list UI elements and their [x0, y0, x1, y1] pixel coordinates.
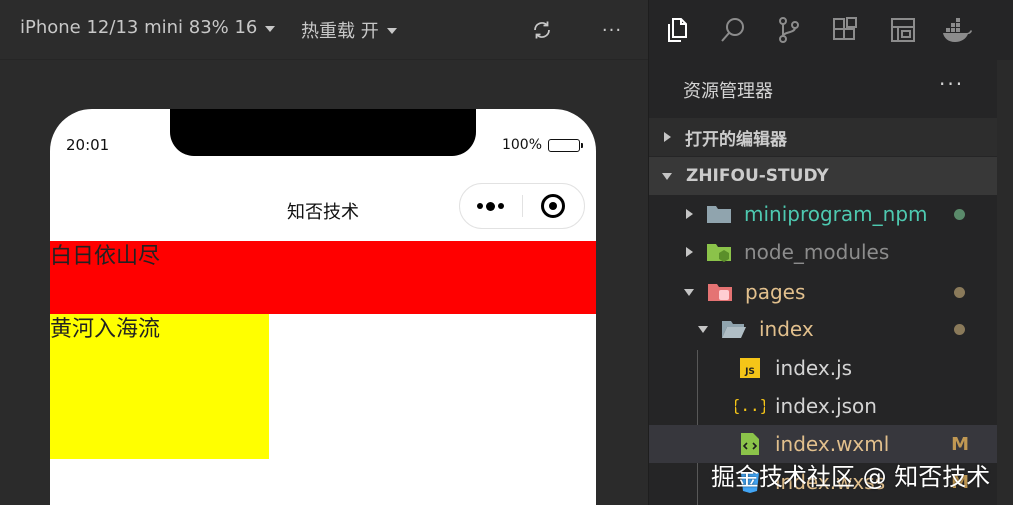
- tree-item-index-js[interactable]: JS index.js: [649, 349, 997, 387]
- status-dot: [954, 286, 965, 298]
- device-selector[interactable]: iPhone 12/13 mini 83% 16: [20, 17, 276, 38]
- chevron-down-icon: [662, 172, 672, 180]
- chevron-right-icon: [686, 247, 693, 257]
- red-box-text: 白日依山尽: [50, 244, 161, 269]
- explorer-more-button[interactable]: ···: [939, 72, 964, 96]
- tree-item-index-json[interactable]: {..} index.json: [649, 387, 997, 425]
- capsule-close-button[interactable]: [522, 194, 584, 218]
- simulator-toolbar: iPhone 12/13 mini 83% 16 热重载 开 ···: [0, 0, 648, 60]
- watermark: 掘金技术社区 @ 知否技术: [711, 463, 991, 491]
- battery-icon: [548, 138, 583, 152]
- device-label: iPhone 12/13 mini 83% 16: [20, 17, 258, 38]
- files-icon[interactable]: [661, 14, 693, 46]
- svg-text:{..}: {..}: [735, 396, 765, 415]
- chevron-right-icon: [664, 132, 671, 142]
- hot-reload-label: 热重载 开: [301, 21, 379, 42]
- search-icon[interactable]: [717, 14, 749, 46]
- chevron-right-icon: [686, 209, 693, 219]
- javascript-file-icon: JS: [740, 358, 760, 378]
- node-folder-icon: [707, 244, 731, 262]
- svg-text:JS: JS: [744, 367, 755, 377]
- phone-screen: 20:01 100% 知否技术 白日依山尽 黄河入海流: [50, 109, 596, 505]
- status-dot: [954, 208, 965, 220]
- tree-label: index: [759, 317, 814, 341]
- battery-percent: 100%: [501, 137, 542, 153]
- modified-badge: M: [951, 433, 969, 455]
- activity-bar: [649, 0, 1013, 60]
- tree-label: miniprogram_npm: [744, 202, 928, 226]
- yellow-box-text: 黄河入海流: [50, 317, 161, 342]
- explorer-title: 资源管理器: [683, 81, 773, 102]
- tree-label: index.wxml: [775, 432, 890, 456]
- tree-item-index-folder[interactable]: index: [649, 310, 997, 348]
- tree-item-node-modules[interactable]: node_modules: [649, 233, 997, 271]
- simulator-stage: 20:01 100% 知否技术 白日依山尽 黄河入海流: [0, 61, 648, 505]
- section-project[interactable]: ZHIFOU-STUDY: [649, 157, 997, 195]
- wxml-file-icon: [741, 433, 759, 455]
- phone-notch: [170, 109, 476, 156]
- tree-item-miniprogram-npm[interactable]: miniprogram_npm: [649, 195, 997, 233]
- folder-icon: [707, 206, 731, 223]
- extensions-icon[interactable]: [829, 14, 861, 46]
- pages-folder-icon: [708, 284, 732, 301]
- source-control-icon[interactable]: [773, 14, 805, 46]
- yellow-view-box: 黄河入海流: [50, 314, 269, 459]
- layout-icon[interactable]: [887, 14, 919, 46]
- explorer-panel: 资源管理器 ··· 打开的编辑器 ZHIFOU-STUDY miniprogra…: [649, 0, 1013, 505]
- tree-label: pages: [745, 280, 806, 304]
- chevron-down-icon: [684, 288, 694, 296]
- folder-open-icon: [722, 321, 746, 338]
- capsule-more-button[interactable]: [460, 201, 522, 211]
- tree-item-pages[interactable]: pages: [649, 273, 997, 311]
- status-battery: 100%: [501, 137, 583, 153]
- status-time: 20:01: [66, 136, 110, 154]
- json-file-icon: {..}: [735, 396, 765, 415]
- tree-label: index.js: [775, 356, 853, 380]
- explorer-scrollbar[interactable]: [997, 60, 1013, 505]
- section-open-editors[interactable]: 打开的编辑器: [649, 118, 997, 156]
- hot-reload-toggle[interactable]: 热重载 开: [301, 17, 397, 43]
- chevron-down-icon: [265, 25, 276, 32]
- project-label: ZHIFOU-STUDY: [686, 166, 829, 186]
- refresh-icon[interactable]: [528, 16, 556, 44]
- chevron-down-icon: [698, 325, 708, 333]
- tree-label: index.json: [775, 394, 877, 418]
- open-editors-label: 打开的编辑器: [685, 129, 787, 150]
- menu-capsule: [459, 183, 585, 229]
- close-circle-icon: [541, 194, 566, 218]
- more-menu-button[interactable]: ···: [598, 16, 626, 44]
- status-dot: [954, 323, 965, 335]
- docker-icon[interactable]: [941, 14, 973, 46]
- chevron-down-icon: [386, 28, 397, 34]
- red-view-box: 白日依山尽: [50, 241, 596, 314]
- tree-label: node_modules: [744, 240, 890, 264]
